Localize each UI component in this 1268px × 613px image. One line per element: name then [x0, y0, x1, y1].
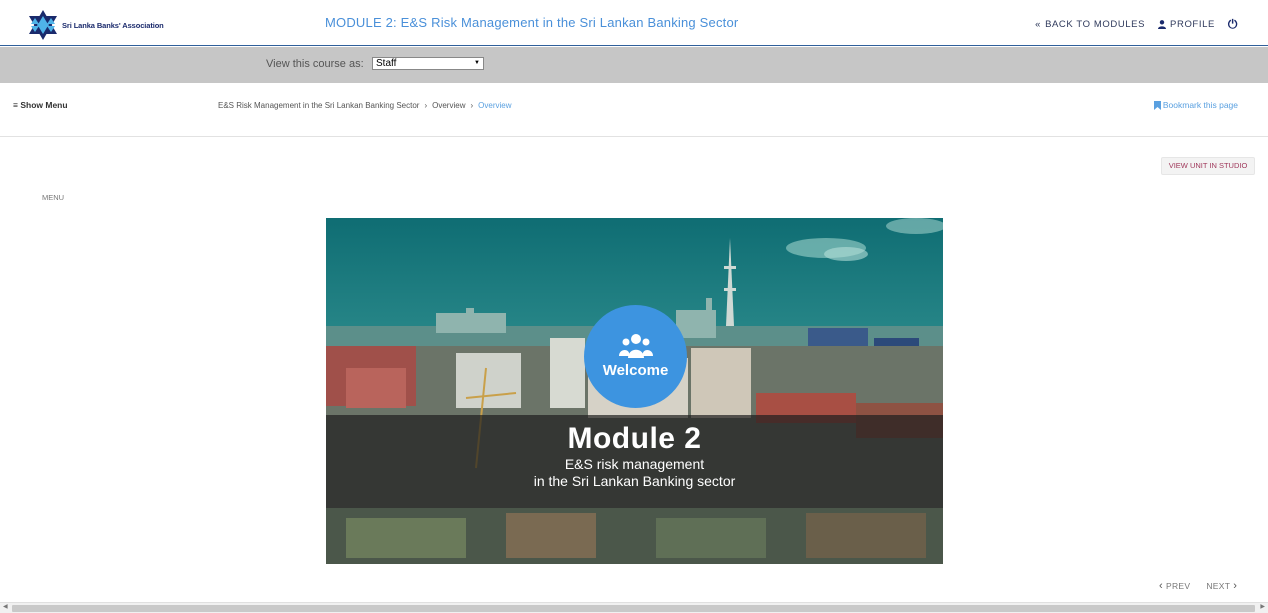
scroll-right-icon[interactable]: ▶: [1260, 603, 1265, 610]
star-logo-icon: [29, 10, 57, 40]
show-menu-button[interactable]: ≡ Show Menu: [13, 100, 68, 110]
welcome-label: Welcome: [602, 362, 669, 379]
top-nav: « BACK TO MODULES PROFILE ⏻: [1035, 17, 1238, 32]
hamburger-icon: ≡: [13, 100, 18, 110]
module-title: MODULE 2: E&S Risk Management in the Sri…: [325, 15, 739, 30]
chevron-left-icon: ‹: [1159, 580, 1163, 592]
horizontal-scrollbar[interactable]: ◀ ▶: [0, 602, 1268, 613]
unit-pager: ‹ PREV NEXT ›: [1159, 580, 1237, 592]
hero-subtitle-line1: E&S risk management: [564, 456, 705, 472]
scrollbar-thumb[interactable]: [12, 605, 1255, 612]
hero-subtitle-line2: in the Sri Lankan Banking sector: [533, 473, 736, 489]
prev-button[interactable]: ‹ PREV: [1159, 580, 1190, 592]
course-nav: ≡ Show Menu E&S Risk Management in the S…: [0, 84, 1268, 137]
hero-caption-band: Module 2 E&S risk management in the Sri …: [326, 415, 943, 508]
sri-lanka-banks-association-logo[interactable]: Sri Lanka Banks' Association: [26, 8, 164, 42]
bookmark-button[interactable]: Bookmark this page: [1153, 100, 1238, 110]
breadcrumb-current: Overview: [478, 101, 512, 110]
view-as-bar: View this course as: Staff ▼: [0, 47, 1268, 83]
view-as-select[interactable]: Staff ▼: [372, 57, 484, 70]
hero-title: Module 2: [567, 422, 702, 455]
logo-text: Sri Lanka Banks' Association: [62, 20, 164, 30]
view-unit-in-studio-button[interactable]: VIEW UNIT IN STUDIO: [1161, 157, 1255, 175]
profile-label: PROFILE: [1170, 19, 1215, 30]
chevron-right-icon: ›: [424, 101, 428, 110]
breadcrumb-course-link[interactable]: E&S Risk Management in the Sri Lankan Ba…: [218, 101, 419, 110]
back-to-modules-link[interactable]: « BACK TO MODULES: [1035, 19, 1145, 30]
double-chevron-left-icon: «: [1035, 19, 1042, 30]
welcome-badge: Welcome: [584, 305, 687, 408]
breadcrumb: E&S Risk Management in the Sri Lankan Ba…: [218, 101, 511, 110]
bookmark-label: Bookmark this page: [1162, 100, 1238, 110]
profile-link[interactable]: PROFILE: [1158, 19, 1215, 30]
bookmark-icon: [1153, 100, 1161, 110]
view-as-selected-value: Staff: [376, 58, 397, 69]
chevron-right-icon: ›: [1233, 580, 1238, 592]
view-as-label: View this course as:: [266, 58, 364, 70]
breadcrumb-section-link[interactable]: Overview: [432, 101, 465, 110]
users-group-icon: [618, 334, 653, 358]
next-button[interactable]: NEXT ›: [1206, 580, 1237, 592]
menu-label: MENU: [42, 193, 65, 202]
chevron-right-icon: ›: [470, 101, 474, 110]
user-icon: [1158, 20, 1167, 29]
next-label: NEXT: [1206, 581, 1231, 591]
dropdown-arrow-icon: ▼: [474, 60, 480, 66]
prev-label: PREV: [1165, 581, 1191, 591]
show-menu-label: Show Menu: [20, 100, 68, 110]
top-header: Sri Lanka Banks' Association MODULE 2: E…: [0, 0, 1268, 46]
scroll-left-icon[interactable]: ◀: [3, 603, 8, 610]
back-to-modules-label: BACK TO MODULES: [1045, 19, 1146, 30]
hero-image: Welcome Module 2 E&S risk management in …: [326, 218, 943, 564]
power-icon[interactable]: ⏻: [1228, 17, 1238, 32]
